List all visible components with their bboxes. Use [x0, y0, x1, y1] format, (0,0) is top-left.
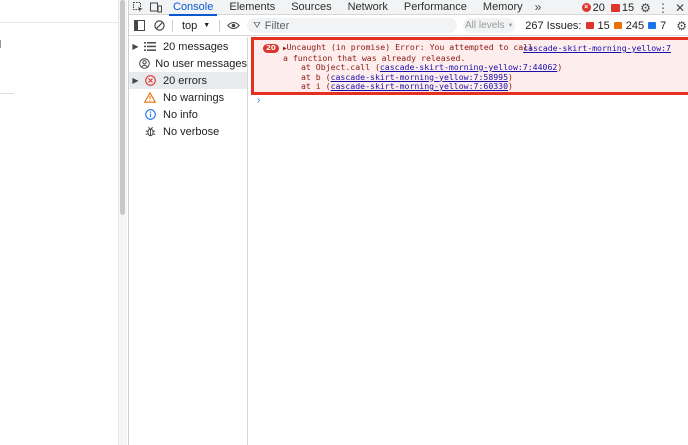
device-toolbar-icon[interactable]	[147, 0, 165, 15]
warning-icon	[142, 91, 158, 104]
caret-down-icon: ▼	[203, 22, 211, 29]
tab-sources[interactable]: Sources	[283, 0, 339, 15]
issues-summary[interactable]: 267 Issues: 15 245 7	[525, 20, 666, 32]
console-messages: 20 ▶Uncaught (in promise) Error: You att…	[249, 37, 688, 445]
expand-arrow-icon[interactable]: ▶	[129, 76, 142, 85]
tabbar-status: × 20 15 ⚙ ⋮ ✕	[581, 0, 688, 15]
user-icon	[139, 57, 151, 70]
error-count: 20	[592, 1, 605, 14]
error-repeat-badge: 20	[263, 44, 279, 53]
close-icon[interactable]: ✕	[675, 1, 685, 15]
page-content	[0, 0, 118, 445]
info-icon	[142, 108, 158, 121]
page-edge-mark	[0, 40, 3, 48]
sidebar-item-user-messages[interactable]: No user messages	[129, 55, 247, 72]
stack-frame-suffix: )	[508, 81, 513, 91]
context-selector[interactable]: top ▼	[176, 20, 216, 32]
toolbar-separator	[219, 19, 221, 32]
error-counter[interactable]: × 20	[581, 1, 605, 14]
tab-performance[interactable]: Performance	[396, 0, 475, 15]
stack-frame: at b (cascade-skirt-morning-yellow:7:589…	[283, 72, 513, 82]
console-error-message[interactable]: 20 ▶Uncaught (in promise) Error: You att…	[251, 37, 688, 95]
live-expression-eye-icon[interactable]	[223, 16, 243, 36]
issue-count: 15	[621, 1, 635, 14]
sidebar-item-label: 20 errors	[163, 74, 208, 87]
tab-elements[interactable]: Elements	[221, 0, 283, 15]
issue-warning-icon	[613, 22, 622, 29]
sidebar-item-warnings[interactable]: No warnings	[129, 89, 247, 106]
issues-counter[interactable]: 15	[610, 1, 635, 14]
sidebar-toggle-icon[interactable]	[129, 16, 149, 36]
caret-down-icon: ▼	[507, 22, 514, 29]
stack-frame-link[interactable]: cascade-skirt-morning-yellow:7:44062	[380, 62, 557, 72]
error-text-block: ▶Uncaught (in promise) Error: You attemp…	[283, 42, 562, 92]
issue-info-icon	[648, 22, 657, 29]
log-levels-dropdown[interactable]: All levels ▼	[463, 18, 516, 33]
sidebar-item-info[interactable]: No info	[129, 106, 247, 123]
sidebar-item-label: 20 messages	[163, 40, 229, 53]
error-icon: ×	[581, 3, 591, 12]
list-icon	[142, 40, 158, 53]
sidebar-item-messages[interactable]: ▶ 20 messages	[129, 38, 247, 55]
stack-frame-suffix: )	[508, 71, 513, 82]
sidebar-item-label: No info	[163, 108, 198, 121]
sidebar-item-verbose[interactable]: No verbose	[129, 123, 247, 140]
issues-blue-count: 7	[660, 19, 667, 32]
sidebar-item-label: No user messages	[155, 57, 247, 70]
clear-console-icon[interactable]	[149, 16, 169, 36]
stack-frame-link[interactable]: cascade-skirt-morning-yellow:7:60330	[331, 81, 508, 91]
toolbar-separator	[172, 19, 173, 32]
context-label: top	[182, 19, 198, 32]
stack-frame-prefix: at Object.call (	[301, 62, 380, 72]
filter-icon: ⛛	[253, 20, 261, 30]
issues-orange-count: 245	[625, 19, 645, 32]
devtools-tabbar: Console Elements Sources Network Perform…	[129, 0, 688, 16]
levels-label: All levels	[465, 20, 505, 31]
stack-frame-prefix: at b (	[301, 71, 331, 82]
stack-frame-prefix: at i (	[301, 81, 331, 91]
issue-flag-icon	[610, 3, 620, 12]
console-prompt-chevron-icon[interactable]: ›	[257, 95, 260, 106]
error-message: Uncaught (in promise) Error: You attempt…	[286, 42, 534, 52]
stack-frame: at Object.call (cascade-skirt-morning-ye…	[283, 62, 562, 72]
filter-placeholder: Filter	[264, 19, 290, 32]
sidebar-item-label: No warnings	[163, 91, 225, 104]
page-divider	[0, 22, 118, 23]
issue-error-icon	[585, 22, 594, 29]
stack-frame: at i (cascade-skirt-morning-yellow:7:603…	[283, 81, 513, 91]
stack-frame-link[interactable]: cascade-skirt-morning-yellow:7:58995	[331, 72, 508, 82]
tab-network[interactable]: Network	[340, 0, 396, 15]
sidebar-item-label: No verbose	[163, 125, 220, 138]
settings-gear-icon[interactable]: ⚙	[640, 1, 651, 15]
error-message-line2: a function that was already released.	[283, 52, 466, 63]
sidebar-item-errors[interactable]: ▶ 20 errors	[129, 72, 247, 89]
more-tabs-icon[interactable]: »	[531, 0, 546, 14]
expand-arrow-icon[interactable]: ▶	[129, 42, 142, 51]
issues-red-count: 15	[597, 19, 610, 32]
devtools-panel: Console Elements Sources Network Perform…	[128, 0, 688, 445]
tab-console[interactable]: Console	[165, 0, 221, 16]
tab-memory[interactable]: Memory	[475, 0, 531, 15]
stack-frame-suffix: )	[557, 62, 563, 72]
filter-input[interactable]: ⛛ Filter	[247, 18, 458, 33]
console-sidebar: ▶ 20 messages No user messages ▶ 20 erro…	[129, 37, 248, 445]
error-source-link[interactable]: cascade-skirt-morning-yellow:7	[523, 43, 671, 53]
bug-icon	[142, 125, 158, 138]
inspect-element-icon[interactable]	[129, 0, 147, 15]
issues-label: 267 Issues:	[525, 19, 582, 32]
page-divider-short	[0, 93, 14, 94]
console-toolbar: top ▼ ⛛ Filter All levels ▼ 267 Issues: …	[129, 16, 688, 36]
error-icon	[142, 74, 158, 87]
page-scrollbar-thumb[interactable]	[120, 0, 125, 215]
console-settings-gear-icon[interactable]: ⚙	[676, 19, 687, 33]
kebab-menu-icon[interactable]: ⋮	[657, 1, 669, 15]
